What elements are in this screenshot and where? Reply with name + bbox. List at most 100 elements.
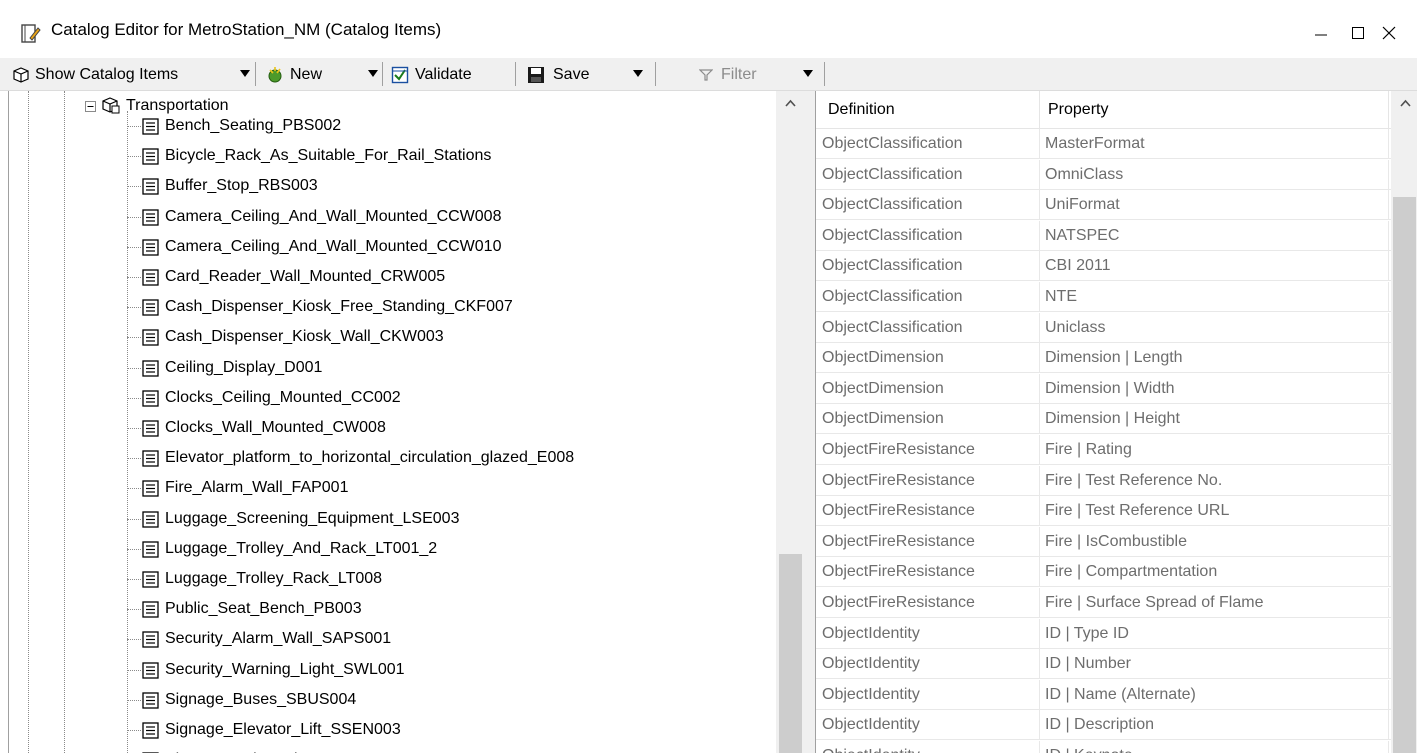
pane-splitter[interactable]: [805, 91, 815, 753]
property-cell[interactable]: ID | Description: [1045, 710, 1154, 740]
show-catalog-items-dropdown[interactable]: [240, 70, 250, 77]
definition-cell[interactable]: ObjectIdentity: [822, 710, 920, 740]
tree-item[interactable]: Luggage_Trolley_And_Rack_LT001_2: [142, 534, 437, 564]
definition-cell[interactable]: ObjectClassification: [822, 221, 963, 251]
collapse-icon[interactable]: [85, 100, 96, 112]
tree-item[interactable]: Bicycle_Rack_As_Suitable_For_Rail_Statio…: [142, 141, 491, 171]
tree-item[interactable]: Signage_Buses_SBUS004: [142, 685, 356, 715]
scroll-up-icon[interactable]: [785, 99, 796, 107]
definition-cell[interactable]: ObjectClassification: [822, 313, 963, 343]
grid-row[interactable]: ObjectIdentity ID | Description: [816, 710, 1391, 740]
definition-cell[interactable]: ObjectIdentity: [822, 680, 920, 710]
grid-row[interactable]: ObjectIdentity ID | Type ID: [816, 619, 1391, 649]
validate-button[interactable]: Validate: [391, 58, 472, 91]
definition-cell[interactable]: ObjectFireResistance: [822, 527, 975, 557]
grid-row[interactable]: ObjectFireResistance Fire | Surface Sprea…: [816, 588, 1391, 618]
grid-row[interactable]: ObjectClassification NTE: [816, 282, 1391, 312]
tree-item[interactable]: Ceiling_Display_D001: [142, 353, 322, 383]
grid-row[interactable]: ObjectFireResistance Fire | Test Referenc…: [816, 466, 1391, 496]
grid-row[interactable]: ObjectFireResistance Fire | Compartmentat…: [816, 557, 1391, 587]
grid-row[interactable]: ObjectFireResistance Fire | IsCombustible: [816, 527, 1391, 557]
grid-row[interactable]: ObjectClassification Uniclass: [816, 313, 1391, 343]
new-button[interactable]: New: [266, 58, 322, 91]
tree-item[interactable]: Elevator_platform_to_horizontal_circulat…: [142, 443, 574, 473]
grid-row[interactable]: ObjectDimension Dimension | Height: [816, 404, 1391, 434]
scroll-up-icon[interactable]: [1400, 99, 1411, 107]
tree-item[interactable]: Security_Warning_Light_SWL001: [142, 655, 405, 685]
grid-row[interactable]: ObjectClassification CBI 2011: [816, 251, 1391, 281]
property-cell[interactable]: ID | Keynote: [1045, 741, 1133, 753]
tree-item[interactable]: Public_Seat_Bench_PB003: [142, 594, 362, 624]
tree-item[interactable]: Signage_Elevator_Lift_SSEN003: [142, 715, 401, 745]
tree-item[interactable]: Card_Reader_Wall_Mounted_CRW005: [142, 262, 445, 292]
column-separator[interactable]: [1388, 91, 1389, 129]
tree-item[interactable]: Luggage_Screening_Equipment_LSE003: [142, 504, 459, 534]
definition-cell[interactable]: ObjectClassification: [822, 160, 963, 190]
grid-row[interactable]: ObjectIdentity ID | Number: [816, 649, 1391, 679]
grid-row[interactable]: ObjectClassification OmniClass: [816, 160, 1391, 190]
tree-item[interactable]: Camera_Ceiling_And_Wall_Mounted_CCW008: [142, 202, 501, 232]
column-separator[interactable]: [1039, 91, 1040, 129]
grid-row[interactable]: ObjectFireResistance Fire | Test Referenc…: [816, 496, 1391, 526]
tree-item[interactable]: Luggage_Trolley_Rack_LT008: [142, 564, 382, 594]
definition-cell[interactable]: ObjectIdentity: [822, 741, 920, 753]
definition-cell[interactable]: ObjectFireResistance: [822, 557, 975, 587]
tree-item[interactable]: Fire_Alarm_Wall_FAP001: [142, 473, 348, 503]
property-cell[interactable]: Dimension | Width: [1045, 374, 1175, 404]
show-catalog-items-button[interactable]: Show Catalog Items: [12, 58, 178, 91]
property-cell[interactable]: Fire | IsCombustible: [1045, 527, 1187, 557]
grid-scroll-thumb[interactable]: [1393, 197, 1416, 753]
property-cell[interactable]: Fire | Surface Spread of Flame: [1045, 588, 1263, 618]
tree-item[interactable]: Security_Alarm_Wall_SAPS001: [142, 624, 391, 654]
column-header-definition[interactable]: Definition: [828, 91, 895, 129]
property-cell[interactable]: MasterFormat: [1045, 129, 1145, 159]
definition-cell[interactable]: ObjectFireResistance: [822, 496, 975, 526]
column-header-property[interactable]: Property: [1048, 91, 1108, 129]
property-cell[interactable]: NTE: [1045, 282, 1077, 312]
grid-row[interactable]: ObjectClassification MasterFormat: [816, 129, 1391, 159]
grid-scrollbar[interactable]: [1391, 91, 1417, 753]
properties-grid[interactable]: Definition Property ObjectClassification…: [815, 91, 1417, 753]
tree-scrollbar[interactable]: [776, 91, 805, 753]
tree-item[interactable]: Signage_Help_Point_SHP002: [142, 745, 379, 753]
property-cell[interactable]: NATSPEC: [1045, 221, 1119, 251]
tree-item[interactable]: Camera_Ceiling_And_Wall_Mounted_CCW010: [142, 232, 501, 262]
grid-row[interactable]: ObjectFireResistance Fire | Rating: [816, 435, 1391, 465]
property-cell[interactable]: Fire | Compartmentation: [1045, 557, 1217, 587]
property-cell[interactable]: CBI 2011: [1045, 251, 1111, 281]
catalog-tree[interactable]: Transportation Bench_Seating_PBS002 Bicyc…: [0, 91, 805, 753]
grid-row[interactable]: ObjectIdentity ID | Keynote: [816, 741, 1391, 753]
tree-item[interactable]: Clocks_Ceiling_Mounted_CC002: [142, 383, 401, 413]
tree-item[interactable]: Cash_Dispenser_Kiosk_Wall_CKW003: [142, 322, 444, 352]
grid-row[interactable]: ObjectIdentity ID | Name (Alternate): [816, 680, 1391, 710]
definition-cell[interactable]: ObjectClassification: [822, 190, 963, 220]
definition-cell[interactable]: ObjectFireResistance: [822, 588, 975, 618]
property-cell[interactable]: ID | Name (Alternate): [1045, 680, 1196, 710]
property-cell[interactable]: ID | Type ID: [1045, 619, 1129, 649]
grid-row[interactable]: ObjectDimension Dimension | Width: [816, 374, 1391, 404]
property-cell[interactable]: UniFormat: [1045, 190, 1120, 220]
save-dropdown[interactable]: [633, 70, 643, 77]
definition-cell[interactable]: ObjectClassification: [822, 251, 963, 281]
save-button[interactable]: Save: [527, 58, 589, 91]
tree-item[interactable]: Buffer_Stop_RBS003: [142, 171, 318, 201]
definition-cell[interactable]: ObjectDimension: [822, 374, 944, 404]
property-cell[interactable]: Dimension | Height: [1045, 404, 1180, 434]
definition-cell[interactable]: ObjectIdentity: [822, 619, 920, 649]
property-cell[interactable]: Dimension | Length: [1045, 343, 1183, 373]
property-cell[interactable]: Fire | Test Reference No.: [1045, 466, 1222, 496]
tree-scroll-thumb[interactable]: [779, 554, 802, 753]
grid-row[interactable]: ObjectDimension Dimension | Length: [816, 343, 1391, 373]
property-cell[interactable]: Uniclass: [1045, 313, 1105, 343]
tree-item[interactable]: Cash_Dispenser_Kiosk_Free_Standing_CKF00…: [142, 292, 513, 322]
definition-cell[interactable]: ObjectFireResistance: [822, 435, 975, 465]
new-dropdown[interactable]: [368, 70, 378, 77]
definition-cell[interactable]: ObjectDimension: [822, 343, 944, 373]
grid-row[interactable]: ObjectClassification NATSPEC: [816, 221, 1391, 251]
tree-item[interactable]: Bench_Seating_PBS002: [142, 111, 341, 141]
definition-cell[interactable]: ObjectFireResistance: [822, 466, 975, 496]
tree-item[interactable]: Clocks_Wall_Mounted_CW008: [142, 413, 386, 443]
definition-cell[interactable]: ObjectDimension: [822, 404, 944, 434]
definition-cell[interactable]: ObjectClassification: [822, 129, 963, 159]
definition-cell[interactable]: ObjectClassification: [822, 282, 963, 312]
